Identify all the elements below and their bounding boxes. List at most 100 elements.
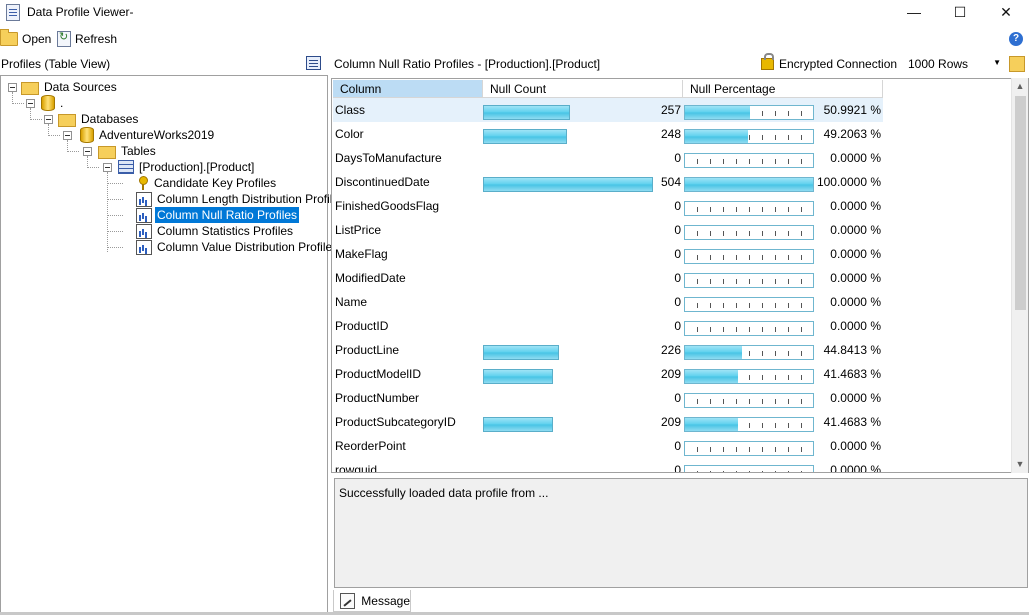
refresh-label: Refresh	[75, 32, 118, 46]
null-count-value: 257	[660, 103, 681, 117]
null-percentage-value: 0.0000 %	[830, 247, 881, 261]
folder-open-icon	[0, 29, 18, 46]
column-name-cell: rowguid	[335, 463, 378, 473]
left-pane-header: Profiles (Table View)	[0, 54, 327, 74]
table-row[interactable]: ListPrice 0 0.0000 %	[333, 218, 883, 242]
tree-node-column-length-distribution-profiles[interactable]: Column Length Distribution Profiles	[136, 191, 347, 207]
tree-node-server[interactable]: .	[41, 95, 65, 111]
null-percentage-gauge	[684, 177, 814, 192]
column-header-null-count[interactable]: Null Count	[483, 80, 683, 98]
null-percentage-gauge	[684, 345, 814, 360]
tree-node-column-value-distribution-profiles[interactable]: Column Value Distribution Profiles	[136, 239, 340, 255]
export-icon[interactable]	[1009, 56, 1025, 72]
null-count-value: 209	[660, 367, 681, 381]
maximize-button[interactable]: ☐	[937, 0, 983, 26]
database-expander[interactable]	[63, 131, 72, 140]
null-percentage-gauge	[684, 369, 814, 384]
null-percentage-value: 0.0000 %	[830, 319, 881, 333]
null-percentage-value: 49.2063 %	[823, 127, 881, 141]
table-row[interactable]: ProductModelID 209 41.4683 %	[333, 362, 883, 386]
table-row[interactable]: Name 0 0.0000 %	[333, 290, 883, 314]
lock-icon	[761, 53, 774, 70]
tree-node-data-sources[interactable]: Data Sources	[21, 79, 119, 95]
message-text: Successfully loaded data profile from ..…	[339, 486, 549, 500]
help-icon[interactable]: ?	[1009, 32, 1023, 46]
tables-expander[interactable]	[83, 147, 92, 156]
null-ratio-grid: Column Null Count Null Percentage Class 2…	[331, 78, 1029, 473]
tree-node-candidate-key-profiles[interactable]: Candidate Key Profiles	[137, 175, 278, 191]
null-percentage-gauge	[684, 225, 814, 240]
tree-node-table[interactable]: [Production].[Product]	[118, 159, 256, 175]
table-icon	[118, 160, 134, 174]
column-name-cell: MakeFlag	[335, 247, 388, 261]
bar-chart-icon	[136, 191, 152, 207]
encrypted-connection-label: Encrypted Connection	[779, 57, 898, 71]
null-percentage-gauge	[684, 393, 814, 408]
left-pane-title: Profiles (Table View)	[1, 57, 111, 71]
tree-node-databases[interactable]: Databases	[58, 111, 140, 127]
minimize-button[interactable]: —	[891, 0, 937, 26]
null-count-value: 0	[674, 151, 681, 165]
key-icon	[137, 176, 149, 190]
view-toggle-icon[interactable]	[306, 56, 321, 70]
table-row[interactable]: rowguid 0 0.0000 %	[333, 458, 883, 473]
null-count-value: 0	[674, 319, 681, 333]
column-name-cell: ListPrice	[335, 223, 382, 237]
table-row[interactable]: FinishedGoodsFlag 0 0.0000 %	[333, 194, 883, 218]
open-button[interactable]: Open	[0, 29, 51, 48]
null-percentage-gauge	[684, 129, 814, 144]
tree-node-column-statistics-profiles[interactable]: Column Statistics Profiles	[136, 223, 295, 239]
scroll-thumb[interactable]	[1015, 96, 1026, 310]
profile-tree: Data Sources . Databases AdventureWorks2…	[0, 75, 345, 613]
column-name-cell: ProductModelID	[335, 367, 422, 381]
null-percentage-fill	[685, 106, 750, 119]
null-percentage-gauge	[684, 201, 814, 216]
chevron-down-icon: ▼	[993, 58, 1001, 67]
null-percentage-value: 0.0000 %	[830, 439, 881, 453]
table-row[interactable]: DiscontinuedDate 504 100.0000 %	[333, 170, 883, 194]
table-row[interactable]: ModifiedDate 0 0.0000 %	[333, 266, 883, 290]
column-name-cell: ModifiedDate	[335, 271, 406, 285]
folder-icon	[58, 113, 76, 127]
column-header-column[interactable]: Column	[333, 80, 483, 98]
null-count-value: 0	[674, 199, 681, 213]
null-percentage-fill	[685, 178, 813, 191]
vertical-scrollbar[interactable]: ▲ ▼	[1011, 78, 1028, 473]
null-count-bar	[483, 177, 653, 192]
null-count-value: 0	[674, 247, 681, 261]
null-percentage-fill	[685, 346, 742, 359]
tree-node-tables[interactable]: Tables	[98, 143, 158, 159]
table-row[interactable]: ProductNumber 0 0.0000 %	[333, 386, 883, 410]
tree-node-database[interactable]: AdventureWorks2019	[80, 127, 216, 143]
null-percentage-gauge	[684, 321, 814, 336]
table-row[interactable]: Class 257 50.9921 %	[333, 98, 883, 122]
close-button[interactable]: ✕	[983, 0, 1029, 26]
null-percentage-value: 41.4683 %	[823, 367, 881, 381]
tree-node-column-null-ratio-profiles[interactable]: Column Null Ratio Profiles	[136, 207, 300, 223]
table-row[interactable]: ProductSubcategoryID 209 41.4683 %	[333, 410, 883, 434]
table-row[interactable]: ReorderPoint 0 0.0000 %	[333, 434, 883, 458]
table-row[interactable]: Color 248 49.2063 %	[333, 122, 883, 146]
table-row[interactable]: MakeFlag 0 0.0000 %	[333, 242, 883, 266]
table-row[interactable]: ProductLine 226 44.8413 %	[333, 338, 883, 362]
column-name-cell: ProductSubcategoryID	[335, 415, 456, 429]
refresh-button[interactable]: Refresh	[57, 30, 117, 48]
table-row[interactable]: DaysToManufacture 0 0.0000 %	[333, 146, 883, 170]
databases-expander[interactable]	[44, 115, 53, 124]
table-row[interactable]: ProductID 0 0.0000 %	[333, 314, 883, 338]
statistics-icon	[136, 223, 152, 239]
null-percentage-gauge	[684, 105, 814, 120]
column-name-cell: ProductLine	[335, 343, 400, 357]
data-sources-expander[interactable]	[8, 83, 17, 92]
server-expander[interactable]	[26, 99, 35, 108]
rows-dropdown[interactable]: 1000 Rows ▼	[905, 55, 1003, 73]
null-percentage-value: 0.0000 %	[830, 151, 881, 165]
null-count-value: 0	[674, 391, 681, 405]
scroll-down-icon[interactable]: ▼	[1012, 456, 1028, 473]
message-tab[interactable]: Message	[333, 590, 411, 612]
column-header-null-percentage[interactable]: Null Percentage	[683, 80, 883, 98]
toolbar	[0, 28, 1029, 50]
folder-icon	[21, 81, 39, 95]
scroll-up-icon[interactable]: ▲	[1012, 78, 1028, 95]
table-expander[interactable]	[103, 163, 112, 172]
